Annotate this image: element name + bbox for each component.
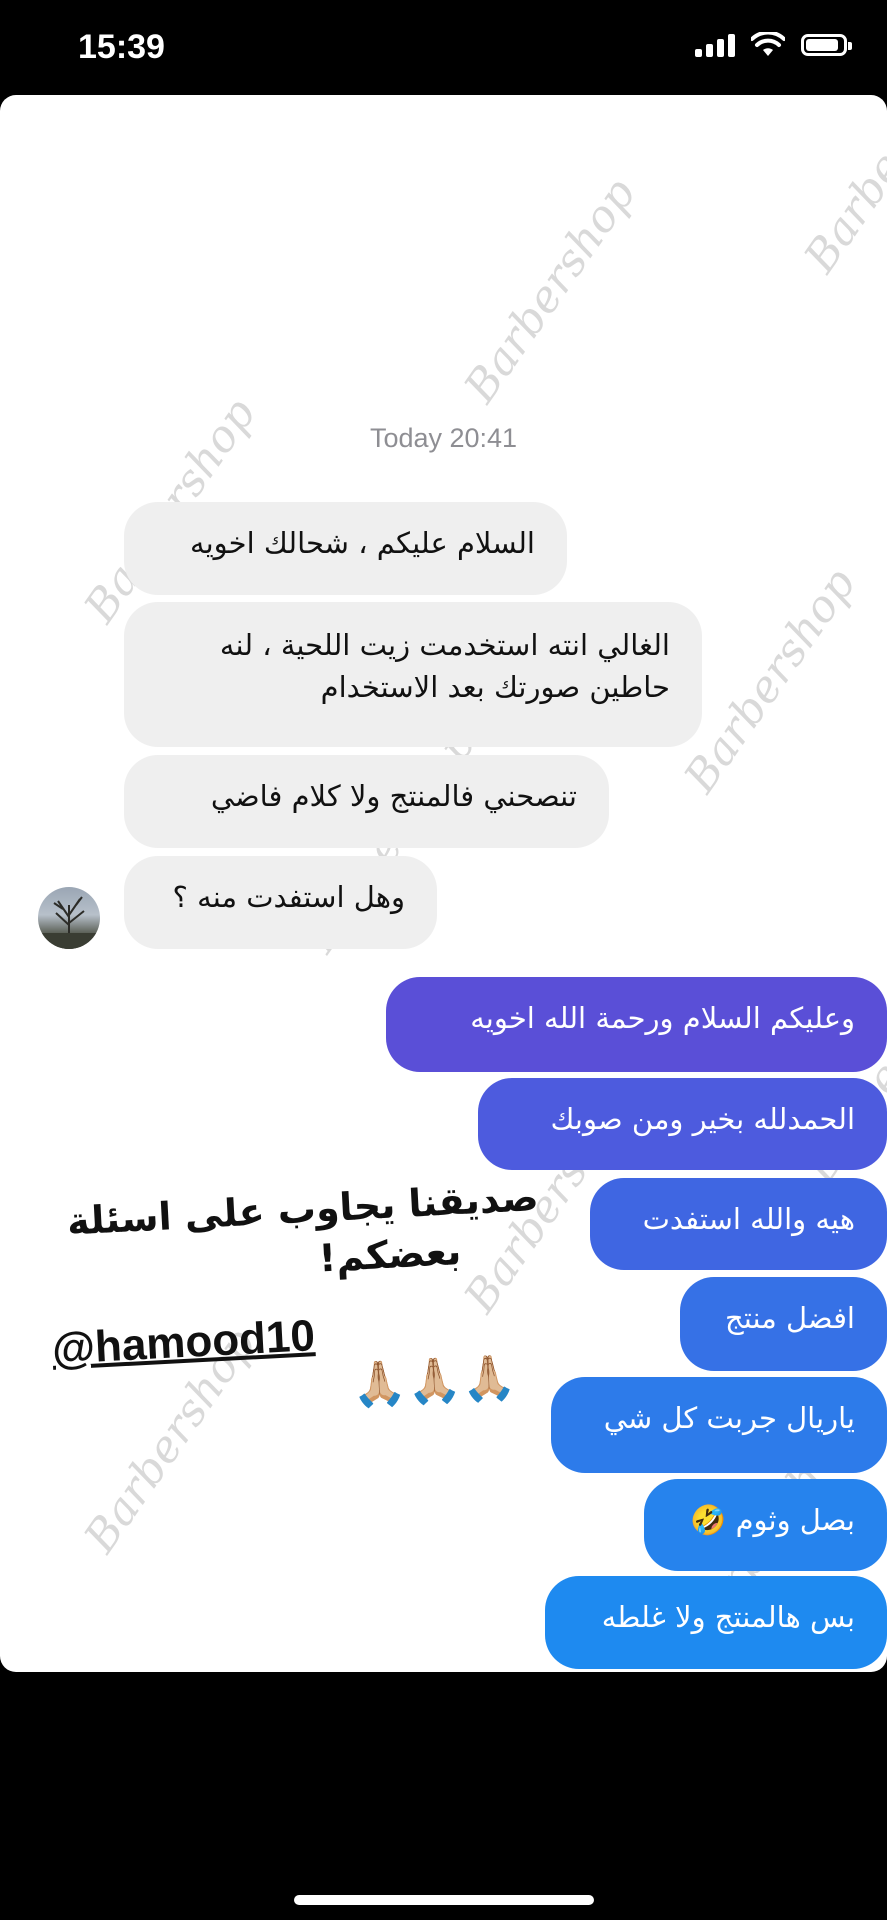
watermark: Barbershop bbox=[674, 559, 866, 802]
incoming-message[interactable]: تنصحني فالمنتج ولا كلام فاضي bbox=[124, 755, 609, 848]
outgoing-message[interactable]: هيه والله استفدت bbox=[590, 1178, 887, 1270]
status-bar: 15:39 bbox=[0, 0, 887, 95]
outgoing-message[interactable]: الحمدلله بخير ومن صوبك bbox=[478, 1078, 887, 1170]
watermark: Barbershop bbox=[454, 169, 646, 412]
battery-icon bbox=[801, 34, 852, 56]
home-indicator[interactable] bbox=[294, 1895, 594, 1905]
message-timestamp: Today 20:41 bbox=[369, 423, 518, 453]
incoming-message[interactable]: الغالي انته استخدمت زيت اللحية ، لنه حاط… bbox=[124, 602, 702, 747]
outgoing-message[interactable]: ياريال جربت كل شي bbox=[551, 1377, 887, 1473]
avatar[interactable] bbox=[38, 887, 100, 949]
mention-tag[interactable]: @hamood10 bbox=[51, 1311, 316, 1375]
outgoing-message[interactable]: وعليكم السلام ورحمة الله اخويه bbox=[386, 977, 887, 1072]
status-icons bbox=[695, 32, 852, 58]
outgoing-message[interactable]: بس هالمنتج ولا غلطه bbox=[545, 1576, 887, 1669]
outgoing-message[interactable]: افضل منتج bbox=[680, 1277, 887, 1371]
praying-hands-emoji: 🙏🏼🙏🏼🙏🏼 bbox=[350, 1351, 518, 1412]
chat-screen: Barbershop Barbershop Barbershop Barbers… bbox=[0, 95, 887, 1672]
outgoing-message[interactable]: بصل وثوم 🤣 bbox=[644, 1479, 887, 1571]
cellular-signal-icon bbox=[695, 33, 735, 57]
wifi-icon bbox=[751, 32, 785, 56]
tree-photo-icon bbox=[38, 896, 100, 949]
clock: 15:39 bbox=[78, 28, 165, 66]
watermark: Barbershop bbox=[794, 95, 887, 282]
incoming-message[interactable]: السلام عليكم ، شحالك اخويه bbox=[124, 502, 567, 595]
incoming-message[interactable]: وهل استفدت منه ؟ bbox=[124, 856, 437, 949]
